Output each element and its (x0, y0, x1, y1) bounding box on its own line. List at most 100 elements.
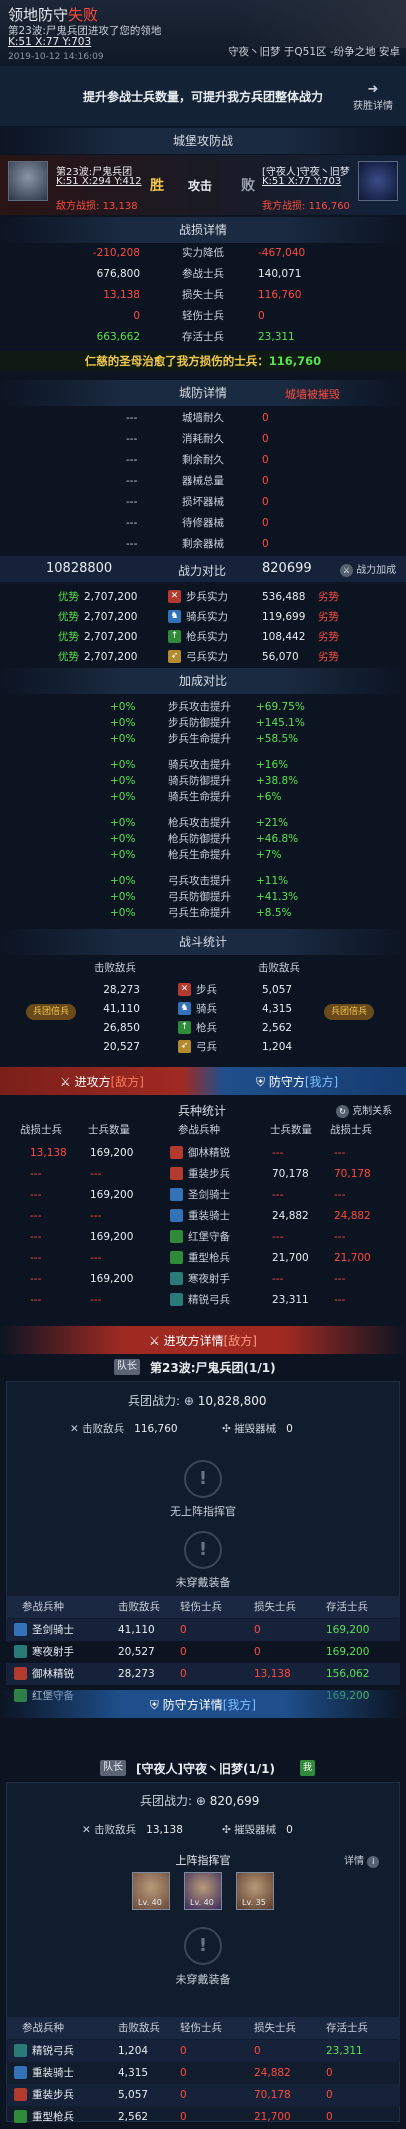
power-left: 10828800 (46, 561, 113, 576)
power-right-value: 119,699 (262, 611, 306, 623)
troop-name: 重装步兵 (32, 2089, 74, 2101)
troop-right-loss: 24,882 (334, 1210, 371, 1222)
spear-icon: ↑ (168, 630, 181, 643)
bonus-right-value: +145.1% (256, 717, 305, 729)
troop-icon (14, 2088, 27, 2101)
captain-tag: 队长 (100, 1760, 126, 1776)
city-row-label: 器械总量 (182, 475, 224, 487)
battle-row-label: 轻伤士兵 (182, 310, 224, 322)
power-bonus-button[interactable]: ⚔ 战力加成 (340, 561, 396, 577)
light-wound-value: 0 (180, 2111, 187, 2123)
troop-right-count: --- (272, 1189, 284, 1201)
stats-row-label: 骑兵 (196, 1003, 217, 1015)
troop-right-count: --- (272, 1147, 284, 1159)
attacker-team-header: 队长 第23波:尸鬼兵团(1/1) (0, 1355, 406, 1379)
troop-name: 圣剑骑士 (188, 1189, 230, 1201)
city-right-value: 0 (262, 412, 269, 424)
bonus-left-value: +0% (110, 891, 136, 903)
bonus-right-value: +38.8% (256, 775, 299, 787)
stats-right-badge[interactable]: 兵团倍兵 (324, 1004, 374, 1020)
self-coord[interactable]: K:51 X:77 Y:703 (262, 176, 341, 187)
battle-row-label: 损失士兵 (182, 289, 224, 301)
defender-kills: ✕ 击败敌兵 13,138 (82, 1824, 183, 1836)
defender-label: ⛨ 防守方[我方] (256, 1075, 339, 1089)
relation-button[interactable]: ↻ 克制关系 (336, 1102, 392, 1118)
no-commander-label: 无上阵指挥官 (170, 1505, 236, 1518)
commander-detail-button[interactable]: 详情 i (344, 1852, 380, 1868)
battle-left-value: 663,662 (96, 331, 140, 343)
bonus-left-value: +0% (110, 717, 136, 729)
infantry-icon: ✕ (168, 590, 181, 603)
captain-tag: 队长 (114, 1359, 140, 1375)
city-section-title: 城防详情 (0, 380, 406, 406)
troop-right-loss: 21,700 (334, 1252, 371, 1264)
stats-left-value: 41,110 (103, 1003, 140, 1015)
loss-value: 0 (254, 2045, 261, 2057)
defender-detail-banner: ⛨ 防守方详情[我方] (0, 1690, 406, 1718)
troop-left-loss: --- (30, 1252, 42, 1264)
cavalry-icon: ♞ (168, 610, 181, 623)
troop-icon (14, 2066, 27, 2079)
table-header-cell: 击败敌兵 (118, 2022, 160, 2034)
tip-more-label: 获胜详情 (353, 101, 393, 112)
bonus-right-value: +16% (256, 759, 289, 771)
troop-left-count: 169,200 (90, 1231, 134, 1243)
shield-icon: ⛨ (256, 1075, 266, 1089)
header-banner: 领地防守失败 第23波:尸鬼兵团进攻了您的领地 K:51 X:77 Y:703 … (0, 0, 406, 66)
enemy-coord[interactable]: K:51 X:294 Y:412 (56, 176, 142, 187)
troop-icon (14, 2110, 27, 2123)
power-right-value: 536,488 (262, 591, 306, 603)
sword-knight-icon (170, 1188, 183, 1201)
enemy-loss: 敌方战损: 13,138 (56, 201, 138, 212)
city-row-label: 待修器械 (182, 517, 224, 529)
heal-line: 仁慈的圣母治愈了我方损伤的士兵：116,760 (0, 351, 406, 371)
light-wound-value: 0 (180, 2045, 187, 2057)
bonus-right-value: +11% (256, 875, 289, 887)
troop-right-count: 24,882 (272, 1210, 309, 1222)
kill-value: 20,527 (118, 1646, 155, 1658)
light-wound-value: 0 (180, 1646, 187, 1658)
battle-row-label: 参战士兵 (182, 268, 224, 280)
power-left-value: 2,707,200 (84, 611, 138, 623)
survive-value: 169,200 (326, 1624, 370, 1636)
bonus-row-label: 弓兵攻击提升 (168, 875, 231, 887)
troop-icon (14, 1645, 27, 1658)
survive-value: 0 (326, 2089, 333, 2101)
castle-panel: 第23波:尸鬼兵团 K:51 X:294 Y:412 胜 攻击 败 [守夜人]守… (0, 155, 406, 215)
battle-right-value: 23,311 (258, 331, 295, 343)
troop-name: 重型枪兵 (32, 2111, 74, 2123)
light-wound-value: 0 (180, 1624, 187, 1636)
city-right-value: 0 (262, 454, 269, 466)
battle-left-value: 676,800 (96, 268, 140, 280)
sword-icon: ⊕ (195, 1794, 206, 1808)
header-coord-link[interactable]: K:51 X:77 Y:703 (8, 36, 91, 48)
troop-right-loss: --- (334, 1294, 346, 1306)
shield-icon: ⛨ (149, 1698, 159, 1712)
power-left-value: 2,707,200 (84, 591, 138, 603)
troops-header-cell: 士兵数量 (270, 1124, 312, 1136)
bonus-right-value: +7% (256, 849, 282, 861)
advantage-tag: 优势 (58, 591, 79, 603)
stats-left-badge[interactable]: 兵团倍兵 (26, 1004, 76, 1020)
swords-icon: ⚔ (60, 1075, 71, 1089)
cross-icon: ✕ (82, 1824, 91, 1836)
heavy-knight-icon (170, 1209, 183, 1222)
troop-right-loss: --- (334, 1273, 346, 1285)
bonus-row-label: 弓兵生命提升 (168, 907, 231, 919)
city-right-value: 0 (262, 496, 269, 508)
city-right-value: 0 (262, 538, 269, 550)
tip-more-button[interactable]: ➜ 获胜详情 (346, 82, 400, 116)
sides-banner: ⚔ 进攻方[敌方] ⛨ 防守方[我方] (0, 1067, 406, 1095)
spear-icon: ↑ (178, 1021, 191, 1034)
tip-bar: 提升参战士兵数量，可提升我方兵团整体战力 ➜ 获胜详情 (0, 66, 406, 126)
castle-section-title: 城堡攻防战 (0, 128, 406, 154)
self-avatar[interactable] (358, 161, 398, 201)
enemy-avatar[interactable] (8, 161, 48, 201)
stats-right-value: 2,562 (262, 1022, 293, 1034)
stats-left-header: 击败敌兵 (94, 962, 136, 974)
night-archer-icon (170, 1272, 183, 1285)
table-header-cell: 存活士兵 (326, 1601, 368, 1613)
troop-right-loss: 70,178 (334, 1168, 371, 1180)
city-row-label: 剩余器械 (182, 538, 224, 550)
troop-name: 寒夜射手 (188, 1273, 230, 1285)
